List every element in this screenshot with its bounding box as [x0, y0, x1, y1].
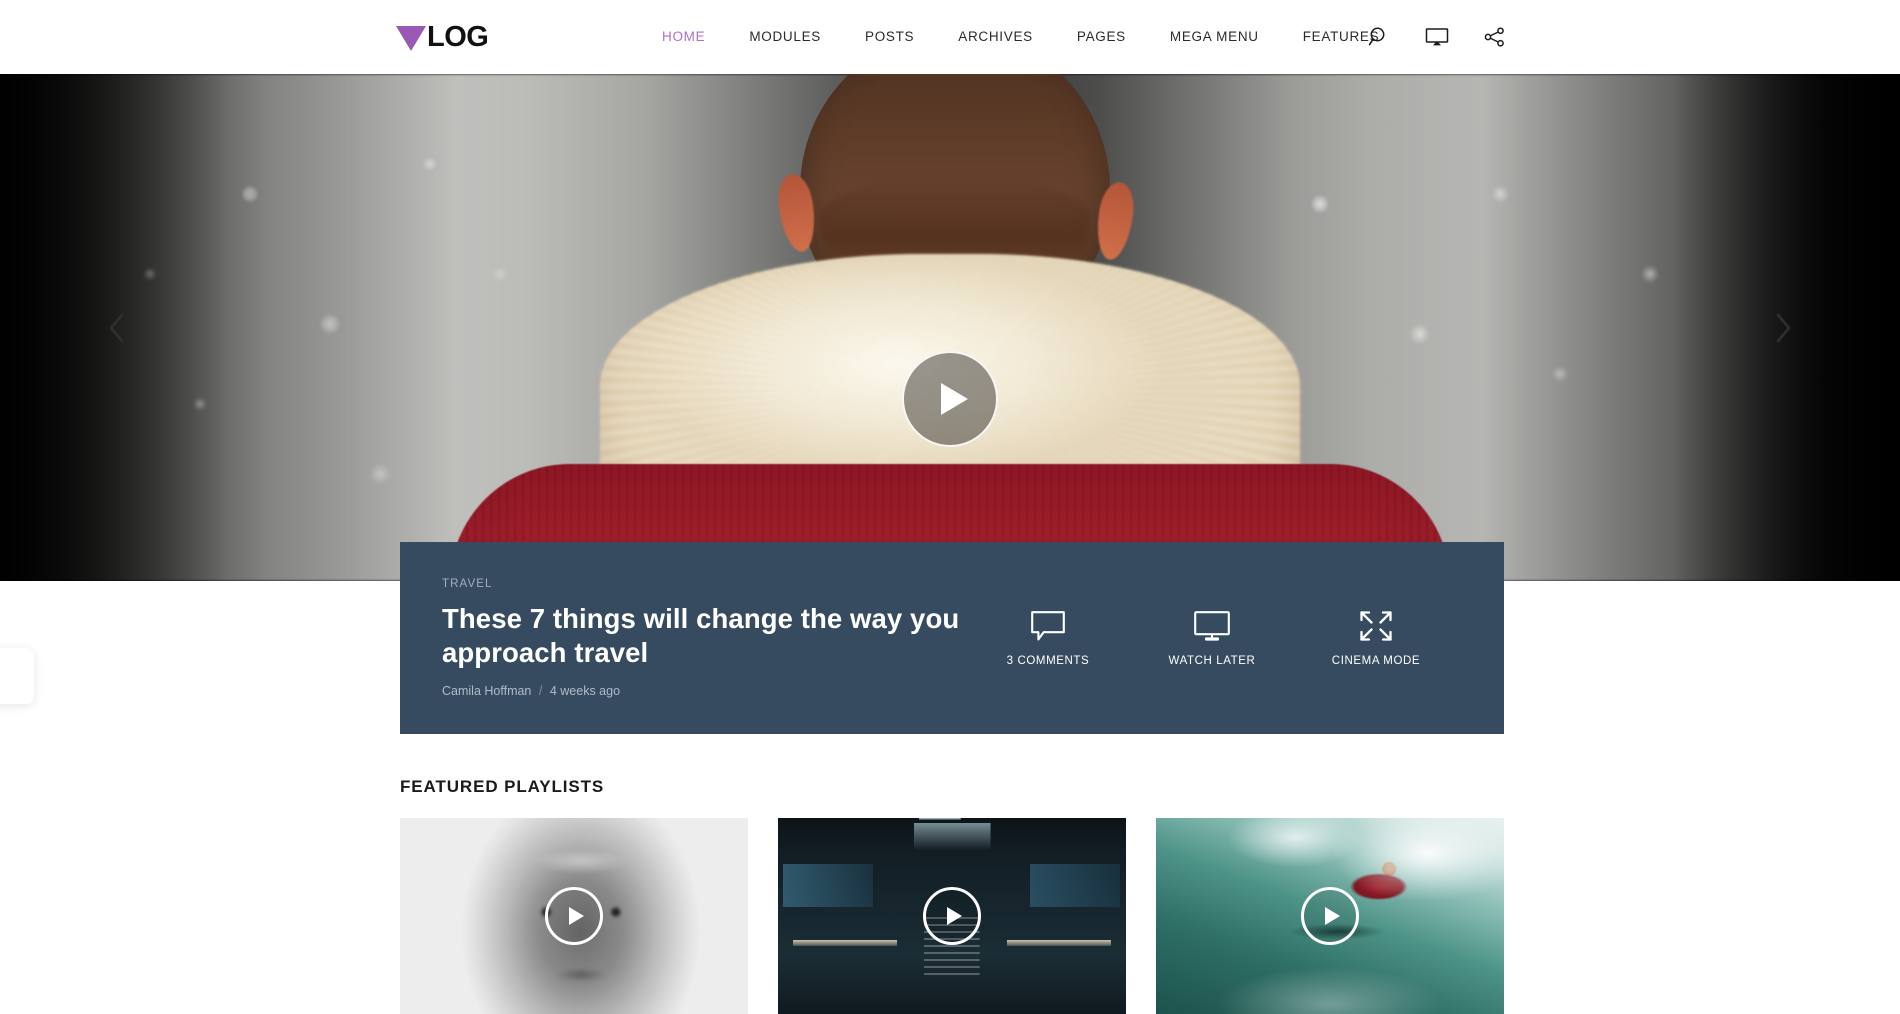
featured-category[interactable]: TRAVEL [442, 578, 994, 590]
hero-play-button[interactable] [902, 351, 998, 447]
nav-item-posts[interactable]: POSTS [843, 0, 936, 74]
watch-later-label: WATCH LATER [1168, 654, 1256, 667]
main-navigation: HOME MODULES POSTS ARCHIVES PAGES MEGA M… [640, 0, 1401, 74]
nav-item-mega-menu[interactable]: MEGA MENU [1148, 0, 1281, 74]
nav-item-home[interactable]: HOME [640, 0, 727, 74]
hero-slider [0, 74, 1900, 581]
featured-post-panel: TRAVEL These 7 things will change the wa… [400, 542, 1504, 734]
chevron-left-icon [109, 313, 124, 342]
floating-side-widget[interactable] [0, 648, 34, 704]
share-icon[interactable] [1482, 24, 1508, 50]
cinema-mode-action[interactable]: CINEMA MODE [1322, 610, 1430, 667]
featured-date: 4 weeks ago [549, 683, 621, 698]
featured-meta: Camila Hoffman / 4 weeks ago [442, 684, 994, 698]
playlist-card-grid [400, 818, 1504, 1014]
playlist-play-button[interactable] [1301, 887, 1359, 945]
chevron-right-icon [1776, 313, 1791, 342]
play-triangle-icon [1325, 907, 1340, 925]
playlist-card[interactable] [400, 818, 748, 1014]
comment-icon [1031, 610, 1065, 640]
monitor-icon [1194, 610, 1230, 641]
search-icon[interactable] [1366, 24, 1392, 50]
logo-text: LOG [427, 20, 489, 53]
playlist-card[interactable] [778, 818, 1126, 1014]
logo-triangle-icon [396, 25, 426, 51]
featured-title[interactable]: These 7 things will change the way you a… [442, 602, 994, 669]
monitor-icon[interactable] [1424, 24, 1450, 50]
play-triangle-icon [569, 907, 584, 925]
carousel-next-button[interactable] [1758, 298, 1808, 358]
header-icon-group [1366, 0, 1508, 74]
carousel-prev-button[interactable] [92, 298, 142, 358]
site-header: LOG HOME MODULES POSTS ARCHIVES PAGES ME… [0, 0, 1900, 74]
meta-separator: / [538, 683, 543, 698]
play-triangle-icon [947, 907, 962, 925]
comments-label: 3 COMMENTS [1006, 654, 1090, 667]
section-title: FEATURED PLAYLISTS [400, 777, 605, 796]
nav-item-modules[interactable]: MODULES [727, 0, 843, 74]
comments-action[interactable]: 3 COMMENTS [994, 610, 1102, 667]
playlist-play-button[interactable] [545, 887, 603, 945]
featured-author[interactable]: Camila Hoffman [442, 684, 531, 698]
playlist-card[interactable] [1156, 818, 1504, 1014]
playlist-play-button[interactable] [923, 887, 981, 945]
featured-post-text: TRAVEL These 7 things will change the wa… [400, 578, 994, 697]
play-triangle-icon [940, 383, 968, 415]
site-logo[interactable]: LOG [396, 20, 489, 54]
expand-icon [1360, 610, 1392, 641]
featured-actions: 3 COMMENTS WATCH LATER CINEMA MODE [994, 610, 1504, 667]
cinema-mode-label: CINEMA MODE [1331, 654, 1421, 667]
watch-later-action[interactable]: WATCH LATER [1158, 610, 1266, 667]
hero-vignette [0, 74, 1900, 581]
nav-item-archives[interactable]: ARCHIVES [936, 0, 1055, 74]
nav-item-pages[interactable]: PAGES [1055, 0, 1148, 74]
